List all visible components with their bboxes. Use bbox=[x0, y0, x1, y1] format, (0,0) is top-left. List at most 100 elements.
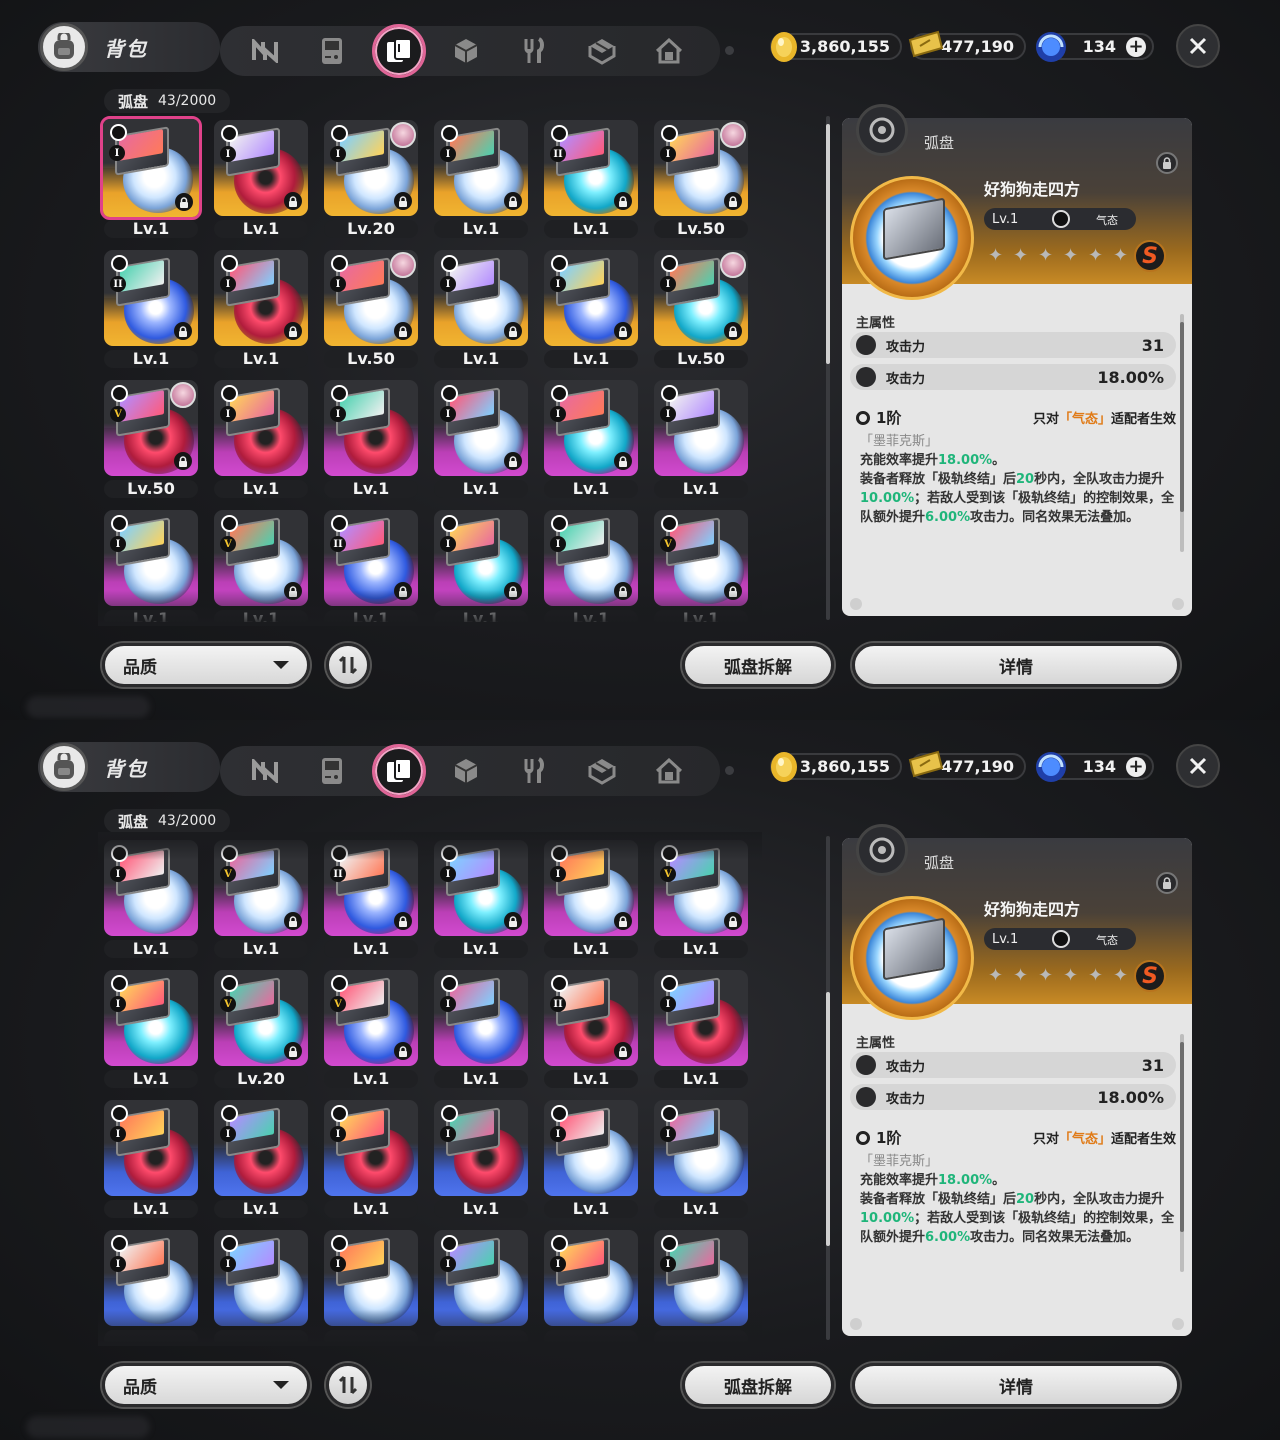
disc-level: Lv.1 bbox=[654, 1070, 748, 1088]
disc-card[interactable]: V Lv.50 bbox=[98, 376, 198, 498]
bag-header[interactable]: 背包 bbox=[38, 22, 220, 72]
disc-card[interactable]: I Lv.1 bbox=[208, 376, 308, 498]
attribute-icon bbox=[441, 515, 458, 532]
details-button[interactable]: 详情 bbox=[852, 643, 1180, 687]
tab-home-icon[interactable] bbox=[651, 753, 687, 789]
currency-coin[interactable]: 3,860,155 bbox=[770, 752, 902, 782]
disc-card[interactable]: I bbox=[538, 1226, 638, 1342]
tab-food-icon[interactable] bbox=[516, 33, 552, 69]
quality-dropdown[interactable]: 品质 bbox=[102, 1363, 310, 1407]
quality-dropdown[interactable]: 品质 bbox=[102, 643, 310, 687]
tab-discs-icon[interactable] bbox=[372, 744, 426, 798]
disc-card[interactable]: V Lv.1 bbox=[208, 506, 308, 622]
disc-card[interactable]: I Lv.50 bbox=[318, 246, 418, 368]
disc-card[interactable]: I Lv.1 bbox=[538, 246, 638, 368]
disc-card[interactable]: I Lv.1 bbox=[428, 376, 528, 498]
disc-card[interactable]: I Lv.1 bbox=[98, 1096, 198, 1218]
disc-card[interactable]: I Lv.1 bbox=[538, 1096, 638, 1218]
disc-card[interactable]: I Lv.1 bbox=[428, 506, 528, 622]
disc-card[interactable]: V Lv.1 bbox=[318, 966, 418, 1088]
disc-card[interactable]: I bbox=[318, 1226, 418, 1342]
tab-gameboy-icon[interactable] bbox=[314, 33, 350, 69]
detail-lock-button[interactable] bbox=[1156, 152, 1178, 174]
disc-level: Lv.1 bbox=[104, 610, 198, 622]
disc-level: Lv.1 bbox=[992, 931, 1019, 947]
disc-card[interactable]: I Lv.1 bbox=[208, 246, 308, 368]
attack-icon bbox=[856, 335, 876, 355]
disc-card[interactable]: II Lv.1 bbox=[98, 246, 198, 368]
tab-drive-icon[interactable] bbox=[247, 33, 283, 69]
sort-order-button[interactable] bbox=[326, 643, 370, 687]
detail-scrollbar-thumb[interactable] bbox=[1180, 1042, 1184, 1232]
disc-card[interactable]: I bbox=[208, 1226, 308, 1342]
tier-badge: I bbox=[550, 536, 566, 552]
tab-gameboy-icon[interactable] bbox=[314, 753, 350, 789]
disc-card[interactable]: I Lv.1 bbox=[538, 506, 638, 622]
grid-scrollbar-thumb[interactable] bbox=[826, 992, 830, 1246]
disc-card[interactable]: V Lv.1 bbox=[648, 836, 748, 958]
disc-card[interactable]: V Lv.20 bbox=[208, 966, 308, 1088]
disc-card[interactable]: I Lv.1 bbox=[428, 246, 528, 368]
disc-card[interactable]: I Lv.1 bbox=[648, 966, 748, 1088]
add-energy-button[interactable]: + bbox=[1126, 757, 1146, 777]
disc-card[interactable]: II Lv.1 bbox=[318, 506, 418, 622]
disc-card[interactable]: I Lv.1 bbox=[428, 1096, 528, 1218]
disc-card[interactable]: V Lv.1 bbox=[648, 506, 748, 622]
disc-card[interactable]: I bbox=[428, 1226, 528, 1342]
disc-card[interactable]: I Lv.1 bbox=[648, 376, 748, 498]
tab-food-icon[interactable] bbox=[516, 753, 552, 789]
tab-cube-icon[interactable] bbox=[448, 33, 484, 69]
detail-lock-button[interactable] bbox=[1156, 872, 1178, 894]
disc-card[interactable]: II Lv.1 bbox=[318, 836, 418, 958]
disc-card[interactable]: I Lv.1 bbox=[428, 836, 528, 958]
currency-energy[interactable]: 134 + bbox=[1036, 752, 1154, 782]
tab-gift-icon[interactable] bbox=[584, 753, 620, 789]
close-button[interactable] bbox=[1176, 24, 1220, 68]
disc-card[interactable]: I bbox=[98, 1226, 198, 1342]
disc-card[interactable]: II Lv.1 bbox=[538, 116, 638, 238]
disc-card[interactable]: V Lv.1 bbox=[208, 836, 308, 958]
tab-discs-icon[interactable] bbox=[372, 24, 426, 78]
dismantle-button[interactable]: 弧盘拆解 bbox=[682, 1363, 834, 1407]
lock-icon bbox=[174, 452, 192, 470]
disc-card[interactable]: I Lv.1 bbox=[428, 966, 528, 1088]
star-icon: ✦ bbox=[988, 245, 1004, 266]
disc-card[interactable]: I Lv.1 bbox=[428, 116, 528, 238]
disc-card[interactable]: I Lv.1 bbox=[98, 116, 202, 238]
tab-drive-icon[interactable] bbox=[247, 753, 283, 789]
currency-ticket[interactable]: 477,190 bbox=[908, 750, 1026, 780]
disc-card[interactable]: I Lv.1 bbox=[538, 376, 638, 498]
disc-card[interactable]: I Lv.50 bbox=[648, 116, 748, 238]
dismantle-button[interactable]: 弧盘拆解 bbox=[682, 643, 834, 687]
sort-order-button[interactable] bbox=[326, 1363, 370, 1407]
currency-ticket[interactable]: 477,190 bbox=[908, 30, 1026, 60]
disc-level bbox=[104, 1330, 198, 1342]
disc-card[interactable]: I Lv.1 bbox=[648, 1096, 748, 1218]
details-button[interactable]: 详情 bbox=[852, 1363, 1180, 1407]
disc-card[interactable]: I bbox=[648, 1226, 748, 1342]
bag-header[interactable]: 背包 bbox=[38, 742, 220, 792]
disc-card[interactable]: I Lv.1 bbox=[208, 116, 308, 238]
tab-cube-icon[interactable] bbox=[448, 753, 484, 789]
tab-home-icon[interactable] bbox=[651, 33, 687, 69]
disc-card[interactable]: I Lv.1 bbox=[208, 1096, 308, 1218]
currency-coin[interactable]: 3,860,155 bbox=[770, 32, 902, 62]
stat-name: 攻击力 bbox=[886, 1059, 926, 1075]
disc-card[interactable]: I Lv.20 bbox=[318, 116, 418, 238]
detail-scrollbar-thumb[interactable] bbox=[1180, 322, 1184, 512]
disc-card[interactable]: I Lv.1 bbox=[318, 1096, 418, 1218]
disc-card[interactable]: I Lv.1 bbox=[538, 836, 638, 958]
disc-card[interactable]: I Lv.50 bbox=[648, 246, 748, 368]
grid-scrollbar-thumb[interactable] bbox=[826, 124, 830, 364]
add-energy-button[interactable]: + bbox=[1126, 37, 1146, 57]
disc-card[interactable]: I Lv.1 bbox=[318, 376, 418, 498]
disc-grid[interactable]: I Lv.1 I Lv.1 I Lv.20 I Lv.1 II Lv.1 I Lv.50 II Lv.1 I… bbox=[98, 112, 762, 622]
close-button[interactable] bbox=[1176, 744, 1220, 788]
disc-card[interactable]: II Lv.1 bbox=[538, 966, 638, 1088]
currency-energy[interactable]: 134 + bbox=[1036, 32, 1154, 62]
disc-card[interactable]: I Lv.1 bbox=[98, 836, 198, 958]
disc-card[interactable]: I Lv.1 bbox=[98, 966, 198, 1088]
disc-grid[interactable]: VLv.50ILv.1ILv.1ILv.1ILv.1ILv.1ILv.1VLv.… bbox=[98, 832, 762, 1342]
disc-card[interactable]: I Lv.1 bbox=[98, 506, 198, 622]
tab-gift-icon[interactable] bbox=[584, 33, 620, 69]
